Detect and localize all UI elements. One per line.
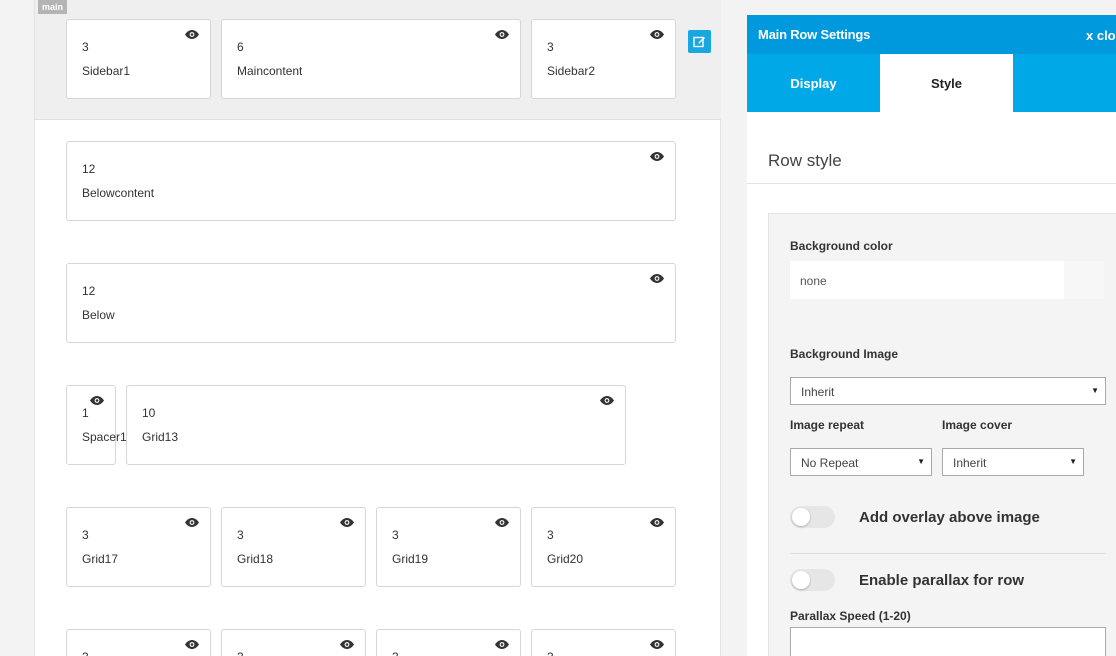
block-name: Sidebar2 (547, 64, 596, 78)
eye-icon[interactable] (600, 396, 614, 405)
chevron-down-icon: ▼ (1091, 386, 1099, 395)
grid-block[interactable]: 3 (531, 629, 676, 656)
block-size: 3 (237, 650, 244, 656)
overlay-toggle-label: Add overlay above image (859, 509, 1040, 526)
eye-icon[interactable] (650, 640, 664, 649)
block-size: 12 (82, 162, 96, 176)
eye-icon[interactable] (650, 152, 664, 161)
block-size: 3 (82, 650, 89, 656)
block-name: Belowcontent (82, 186, 155, 200)
block-size: 3 (82, 528, 89, 542)
eye-icon[interactable] (185, 30, 199, 39)
grid-block[interactable]: 3 (66, 629, 211, 656)
block-name: Grid19 (392, 552, 429, 566)
main-row[interactable]: main 3 Sidebar1 6 Maincontent 3 Sidebar2 (35, 0, 721, 120)
chevron-down-icon: ▼ (1069, 457, 1077, 466)
block-size: 3 (392, 650, 399, 656)
image-repeat-label: Image repeat (790, 418, 865, 432)
background-image-label: Background Image (790, 347, 899, 361)
block-size: 3 (82, 40, 89, 54)
image-repeat-value: No Repeat (801, 456, 859, 470)
toggle-knob (792, 571, 810, 589)
layout-builder: main 3 Sidebar1 6 Maincontent 3 Sidebar2 (34, 0, 721, 656)
parallax-toggle[interactable] (790, 569, 835, 591)
eye-icon[interactable] (185, 518, 199, 527)
eye-icon[interactable] (650, 274, 664, 283)
toggle-knob (792, 508, 810, 526)
block-size: 3 (547, 528, 554, 542)
parallax-toggle-label: Enable parallax for row (859, 572, 1025, 589)
tab-style[interactable]: Style (880, 54, 1013, 112)
chevron-down-icon: ▼ (917, 457, 925, 466)
edit-row-button[interactable] (688, 30, 711, 53)
color-picker-swatch[interactable] (1064, 261, 1104, 299)
eye-icon[interactable] (185, 640, 199, 649)
block-name: Spacer1 (82, 430, 127, 444)
block-size: 3 (392, 528, 399, 542)
block-size: 6 (237, 40, 244, 54)
image-repeat-select[interactable]: No Repeat ▼ (790, 448, 932, 476)
eye-icon[interactable] (650, 30, 664, 39)
main-row-tag: main (38, 0, 68, 14)
close-button[interactable]: x close (1086, 28, 1116, 43)
block-name: Sidebar1 (82, 64, 131, 78)
overlay-toggle[interactable] (790, 506, 835, 528)
grid-block[interactable]: 3 Grid20 (531, 507, 676, 587)
grid-block[interactable]: 3 Grid18 (221, 507, 366, 587)
background-color-input[interactable]: none (790, 261, 1085, 299)
grid-block[interactable]: 12 Below (66, 263, 676, 343)
background-image-value: Inherit (801, 385, 835, 399)
block-size: 3 (547, 650, 554, 656)
style-settings: Background color none Background Image I… (768, 213, 1116, 656)
eye-icon[interactable] (90, 396, 104, 405)
block-size: 3 (237, 528, 244, 542)
grid-block[interactable]: 10 Grid13 (126, 385, 626, 465)
grid-block[interactable]: 6 Maincontent (221, 19, 521, 99)
eye-icon[interactable] (495, 640, 509, 649)
block-name: Grid20 (547, 552, 584, 566)
image-cover-select[interactable]: Inherit ▼ (942, 448, 1084, 476)
eye-icon[interactable] (650, 518, 664, 527)
eye-icon[interactable] (340, 518, 354, 527)
block-size: 10 (142, 406, 156, 420)
grid-block[interactable]: 1 Spacer1 (66, 385, 127, 465)
panel-tabs: Display Style (747, 54, 1116, 112)
grid-block[interactable]: 3 (221, 629, 366, 656)
section-title: Row style (768, 151, 842, 170)
block-name: Grid17 (82, 552, 119, 566)
grid-block[interactable]: 3 (376, 629, 521, 656)
divider (747, 183, 1116, 184)
panel-header: Main Row Settings x close (747, 15, 1116, 54)
image-cover-label: Image cover (942, 418, 1013, 432)
image-cover-value: Inherit (953, 456, 987, 470)
divider (790, 553, 1106, 554)
block-name: Maincontent (237, 64, 303, 78)
edit-icon (693, 36, 705, 48)
block-name: Grid18 (237, 552, 274, 566)
grid-block[interactable]: 3 Grid17 (66, 507, 211, 587)
row-settings-panel: Main Row Settings x close Display Style … (747, 15, 1116, 656)
block-size: 12 (82, 284, 96, 298)
grid-block[interactable]: 12 Belowcontent (66, 141, 676, 221)
background-color-label: Background color (790, 239, 893, 253)
panel-title: Main Row Settings (758, 27, 871, 42)
parallax-speed-input[interactable] (790, 627, 1106, 656)
block-name: Grid13 (142, 430, 179, 444)
grid-block[interactable]: 3 Grid19 (376, 507, 521, 587)
background-image-select[interactable]: Inherit ▼ (790, 377, 1106, 405)
block-name: Below (82, 308, 115, 322)
tab-display[interactable]: Display (747, 54, 880, 112)
block-size: 3 (547, 40, 554, 54)
block-size: 1 (82, 406, 89, 420)
eye-icon[interactable] (495, 30, 509, 39)
grid-block[interactable]: 3 Sidebar2 (531, 19, 676, 99)
grid-block[interactable]: 3 Sidebar1 (66, 19, 211, 99)
canvas: main 3 Sidebar1 6 Maincontent 3 Sidebar2 (0, 0, 1116, 656)
parallax-speed-label: Parallax Speed (1-20) (790, 609, 911, 623)
eye-icon[interactable] (495, 518, 509, 527)
eye-icon[interactable] (340, 640, 354, 649)
